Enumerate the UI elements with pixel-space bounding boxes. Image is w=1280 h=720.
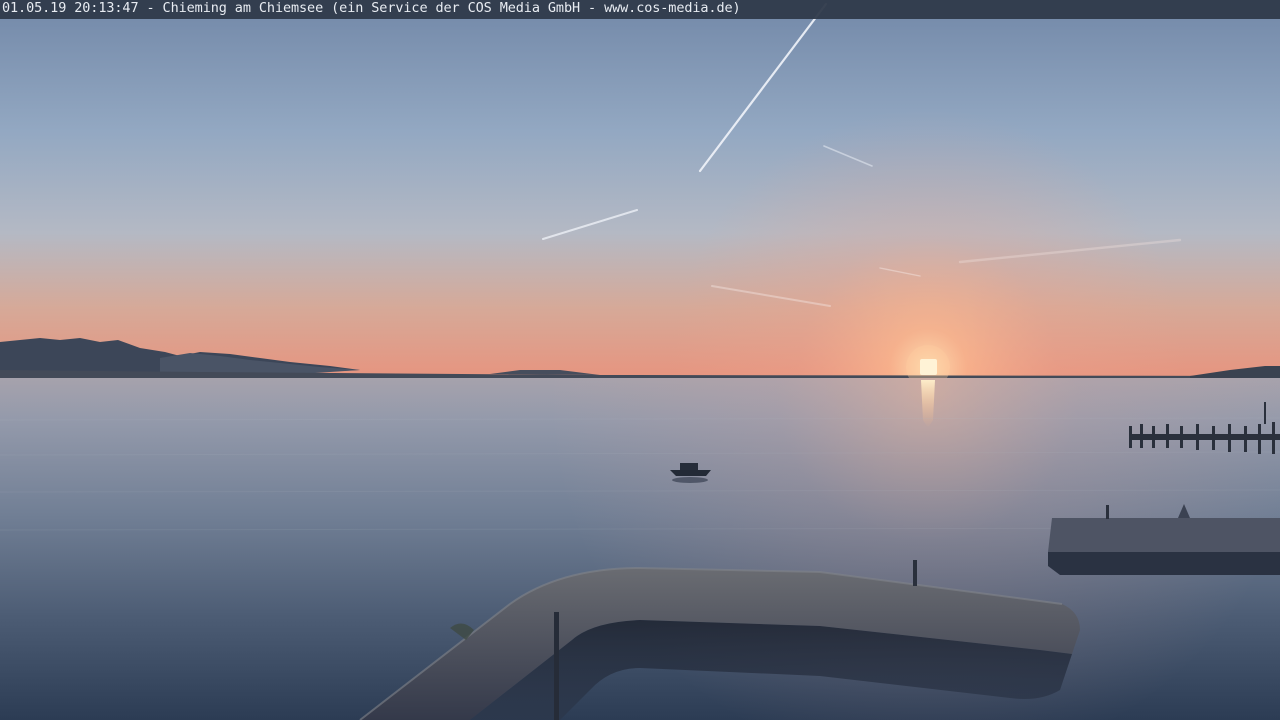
webcam-view: 01.05.19 20:13:47 - Chieming am Chiemsee… — [0, 0, 1280, 720]
lake-sunset-image — [0, 0, 1280, 720]
sun-glow — [0, 0, 1280, 376]
webcam-caption: 01.05.19 20:13:47 - Chieming am Chiemsee… — [2, 0, 741, 16]
